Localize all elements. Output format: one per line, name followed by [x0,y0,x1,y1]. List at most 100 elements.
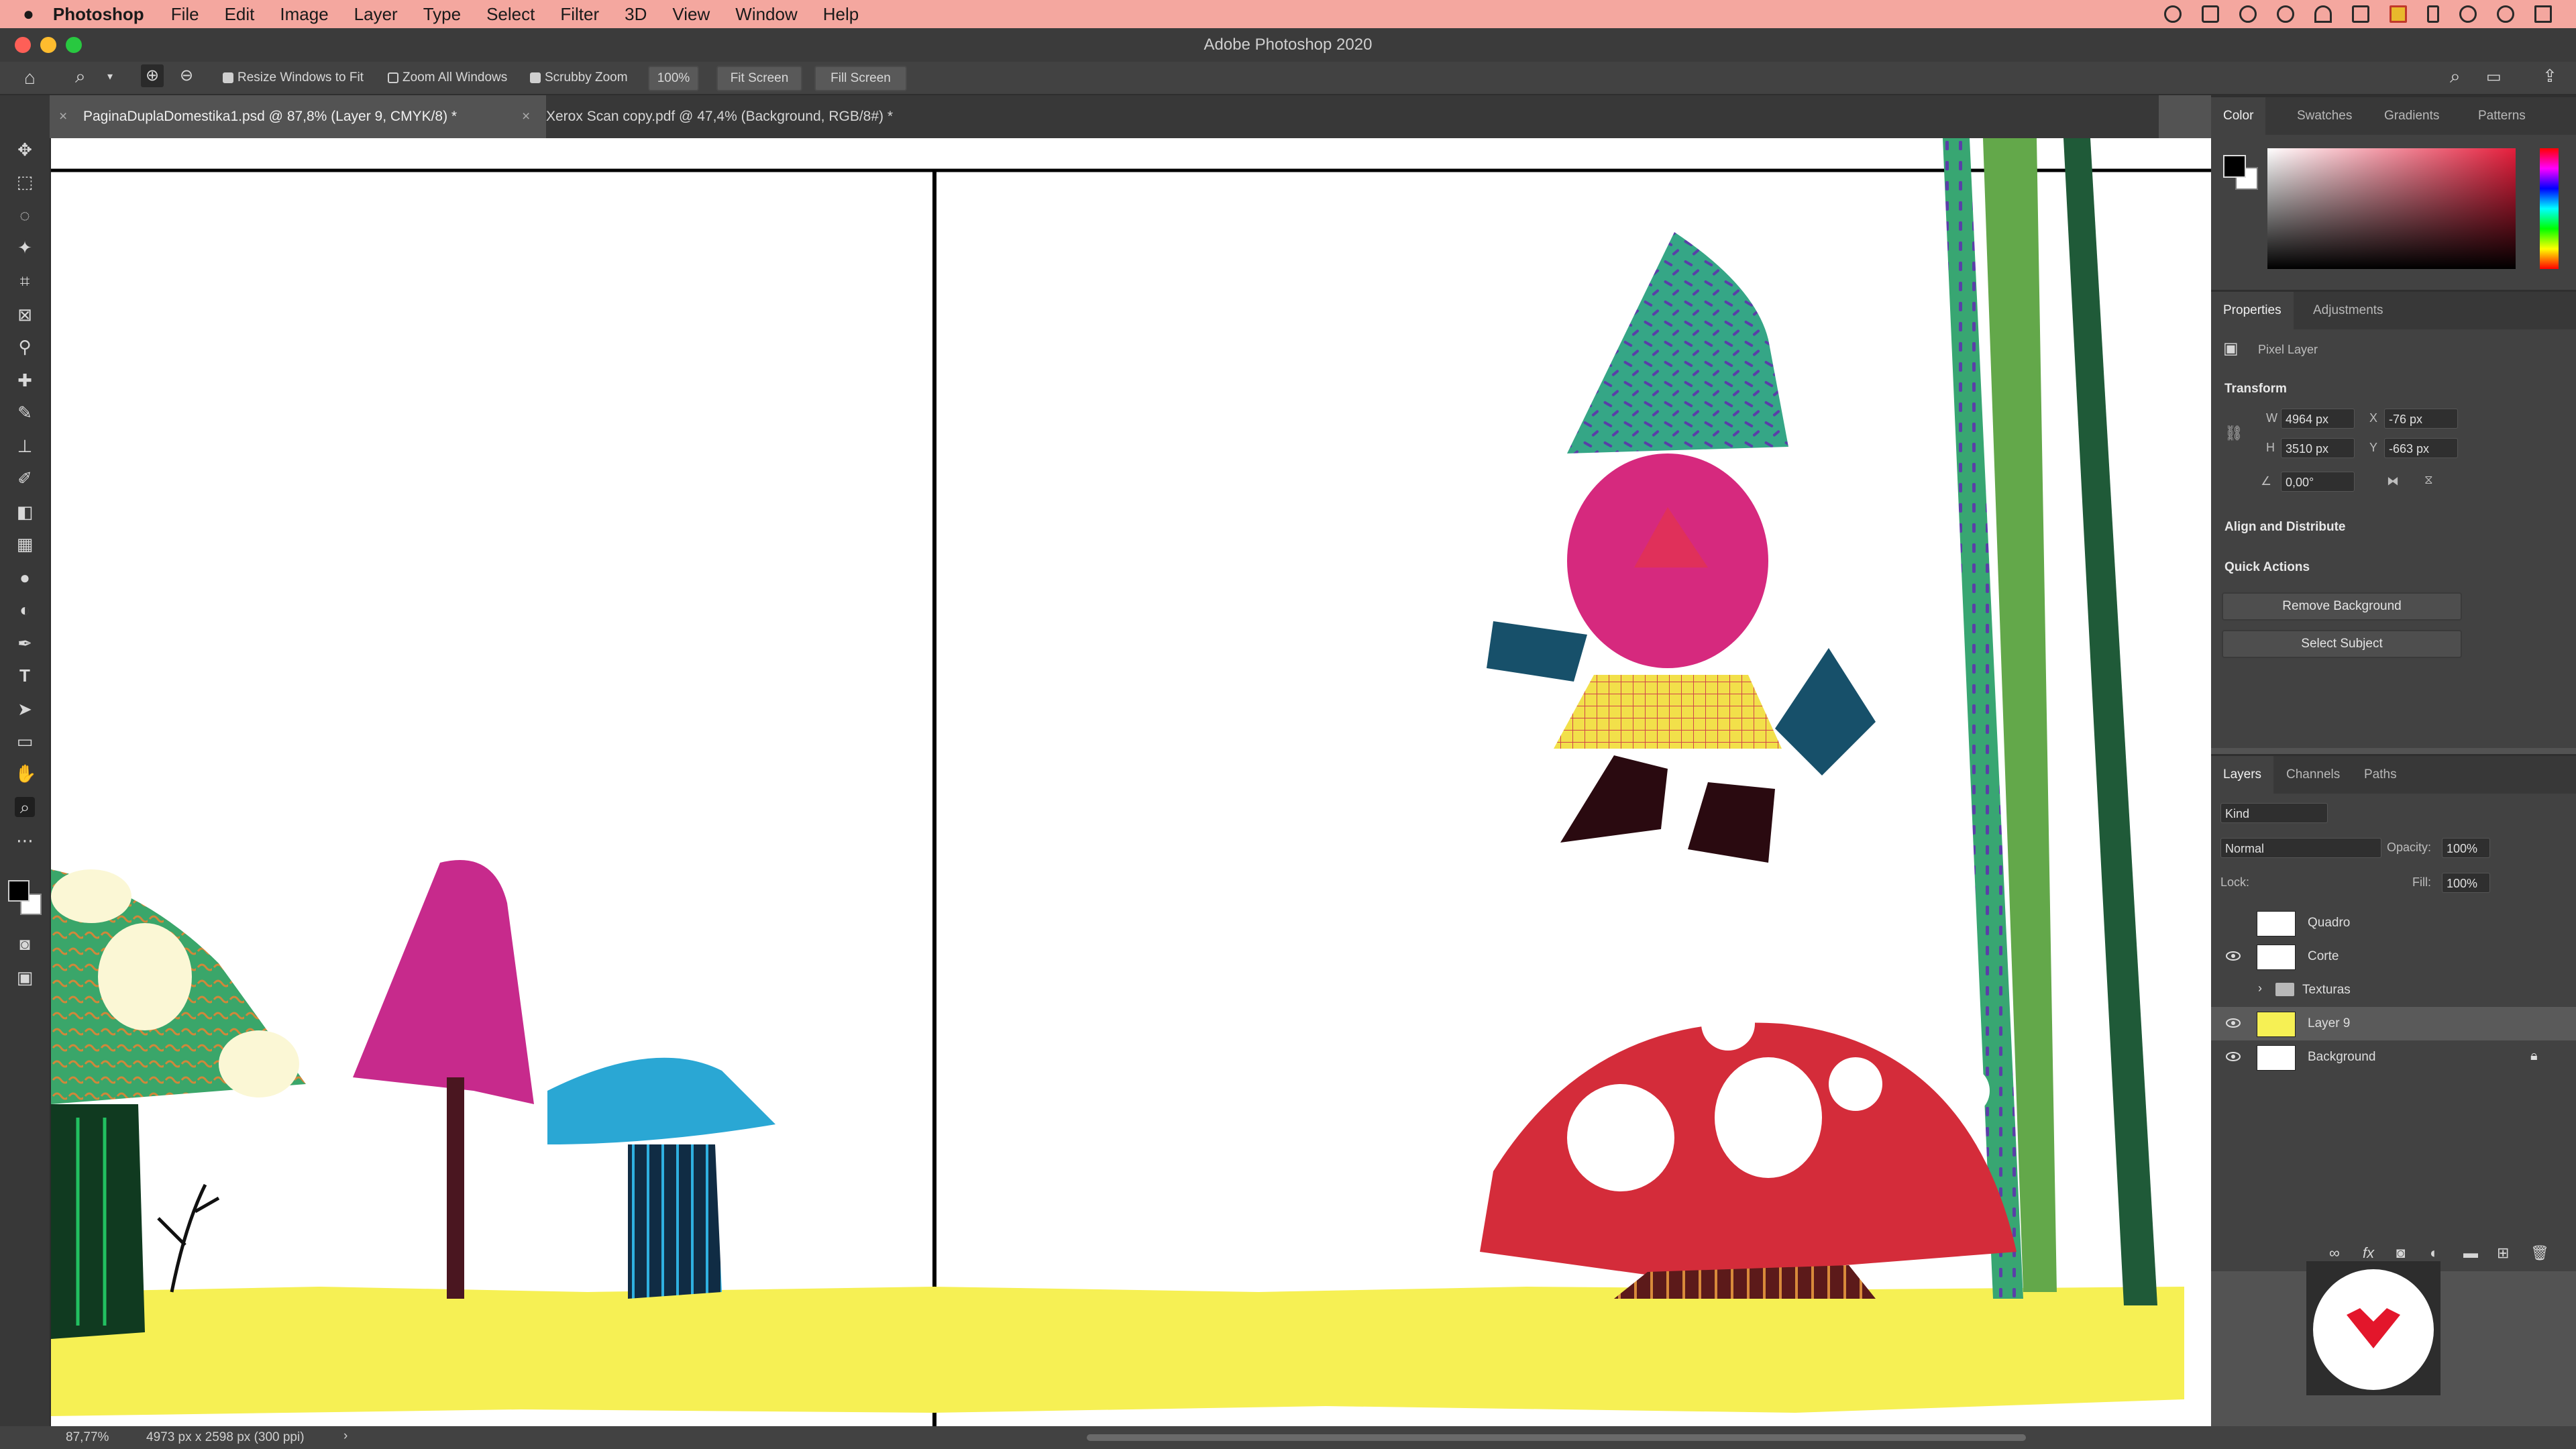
link-dimensions-icon[interactable]: ⛓ [2224,425,2243,442]
menu-app-name[interactable]: Photoshop [53,4,144,25]
layer-filter-kind[interactable]: Kind [2220,803,2328,823]
scrubby-zoom-checkbox[interactable]: Scrubby Zoom [530,70,628,85]
stamp-tool-icon[interactable]: ⊥ [15,436,35,456]
type-tool-icon[interactable]: T [15,665,35,686]
flag-icon[interactable] [2390,5,2407,23]
fx-icon[interactable]: fx [2363,1244,2374,1262]
add-mask-icon[interactable]: ◙ [2396,1244,2405,1262]
search-icon[interactable]: ⌕ [2450,66,2461,88]
width-field[interactable]: 4964 px [2281,409,2355,429]
flip-vertical-icon[interactable]: ⧖ [2424,473,2433,487]
adjustment-layer-icon[interactable]: ◐ [2430,1244,2438,1262]
zoom-window-button[interactable] [66,37,82,53]
zoom-value-button[interactable]: 100% [648,66,699,91]
tray-icon-1[interactable] [2164,5,2182,23]
tab-layers[interactable]: Layers [2211,756,2274,794]
foreground-color-swatch[interactable] [8,880,30,902]
hand-tool-icon[interactable]: ✋ [15,763,36,784]
screen-mode-icon[interactable]: ▣ [15,967,35,987]
eye-icon[interactable] [2226,950,2241,962]
marquee-tool-icon[interactable]: ⬚ [15,172,35,192]
menu-select[interactable]: Select [486,4,535,25]
horizontal-scrollbar[interactable] [1087,1434,2026,1441]
history-brush-icon[interactable]: ✐ [15,468,35,488]
menu-layer[interactable]: Layer [354,4,398,25]
more-tools-icon[interactable]: ⋯ [15,830,35,851]
tab-gradients[interactable]: Gradients [2372,97,2451,135]
menu-filter[interactable]: Filter [560,4,599,25]
home-icon[interactable]: ⌂ [24,67,36,89]
frame-tool-icon[interactable]: ⊠ [15,305,35,325]
menu-view[interactable]: View [672,4,710,25]
zoom-tool-preset-icon[interactable]: ⌕ [75,66,86,88]
brush-tool-icon[interactable]: ✎ [15,402,35,423]
blur-tool-icon[interactable]: ● [15,568,35,588]
workspace-icon[interactable]: ▭ [2486,67,2502,87]
magic-wand-icon[interactable]: ✦ [15,237,35,258]
link-layers-icon[interactable]: ∞ [2329,1244,2340,1262]
layer-row-layer9[interactable]: Layer 9 [2211,1007,2576,1040]
close-tab-icon[interactable]: × [59,95,67,138]
opacity-field[interactable]: 100% [2442,838,2490,858]
eye-icon[interactable] [2226,1017,2241,1029]
lasso-tool-icon[interactable]: ◌ [15,205,35,225]
height-field[interactable]: 3510 px [2281,438,2355,458]
share-icon[interactable]: ⇪ [2542,66,2557,87]
gradient-tool-icon[interactable]: ▦ [15,534,35,554]
layer-row-corte[interactable]: Corte [2211,940,2576,973]
zoom-out-icon[interactable]: ⊖ [180,66,193,85]
zoom-all-windows-checkbox[interactable]: Zoom All Windows [388,70,507,85]
new-group-icon[interactable]: ▬ [2463,1244,2478,1262]
quick-actions-title[interactable]: Quick Actions [2224,560,2310,575]
zoom-tool-icon[interactable]: ⌕ [15,797,35,817]
layer-row-quadro[interactable]: Quadro [2211,906,2576,940]
layer-group-texturas[interactable]: › Texturas [2211,973,2576,1007]
menu-file[interactable]: File [171,4,199,25]
battery-icon[interactable] [2427,5,2439,23]
angle-field[interactable]: 0,00° [2281,472,2355,492]
trash-icon[interactable]: 🗑︎ [2530,1244,2549,1262]
tab-channels[interactable]: Channels [2274,756,2352,794]
menu-type[interactable]: Type [423,4,461,25]
new-layer-icon[interactable]: ⊞ [2497,1244,2509,1262]
blend-mode-select[interactable]: Normal [2220,838,2381,858]
tab-adjustments[interactable]: Adjustments [2301,292,2396,329]
tab-swatches[interactable]: Swatches [2285,97,2364,135]
fit-screen-button[interactable]: Fit Screen [716,66,802,91]
fill-field[interactable]: 100% [2442,873,2490,893]
eraser-tool-icon[interactable]: ◧ [15,502,35,522]
menu-3d[interactable]: 3D [625,4,647,25]
tray-icon-2[interactable] [2202,5,2219,23]
hue-slider[interactable] [2540,148,2559,269]
transform-section-title[interactable]: Transform [2224,382,2287,396]
color-field[interactable] [2267,148,2516,269]
menu-image[interactable]: Image [280,4,328,25]
menu-help[interactable]: Help [823,4,859,25]
apple-icon[interactable]: ● [23,3,34,25]
doc-tab-xerox[interactable]: × Xerox Scan copy.pdf @ 47,4% (Backgroun… [513,95,975,138]
menu-edit[interactable]: Edit [225,4,255,25]
tab-patterns[interactable]: Patterns [2466,97,2538,135]
pen-tool-icon[interactable]: ✒ [15,633,35,653]
eye-icon[interactable] [2226,1051,2241,1063]
tab-properties[interactable]: Properties [2211,292,2294,329]
eyedropper-icon[interactable]: ⚲ [15,337,35,357]
healing-brush-icon[interactable]: ✚ [15,370,35,390]
chevron-right-icon[interactable]: › [2258,981,2262,996]
zoom-in-icon[interactable]: ⊕ [141,64,164,87]
crop-tool-icon[interactable]: ⌗ [15,271,35,291]
dodge-tool-icon[interactable]: ◐ [15,600,35,620]
align-section-title[interactable]: Align and Distribute [2224,520,2346,535]
x-field[interactable]: -76 px [2384,409,2458,429]
chevron-right-icon[interactable]: › [343,1429,347,1444]
fg-color-chip[interactable] [2223,155,2246,178]
tab-color[interactable]: Color [2211,97,2266,135]
tray-icon-4[interactable] [2277,5,2294,23]
wifi-icon[interactable] [2314,5,2332,23]
close-window-button[interactable] [15,37,31,53]
move-tool-icon[interactable]: ✥ [15,140,35,160]
tab-paths[interactable]: Paths [2352,756,2409,794]
remove-background-button[interactable]: Remove Background [2222,592,2462,621]
menu-window[interactable]: Window [735,4,797,25]
document-canvas[interactable] [51,138,2211,1426]
